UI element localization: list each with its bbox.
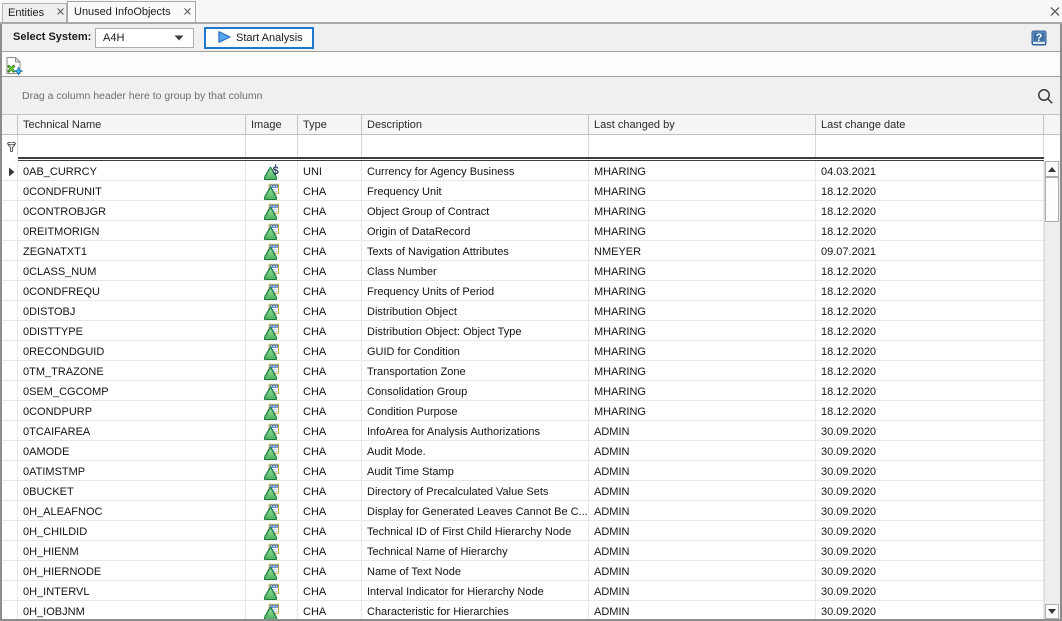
svg-text:?: ?: [1036, 32, 1043, 44]
